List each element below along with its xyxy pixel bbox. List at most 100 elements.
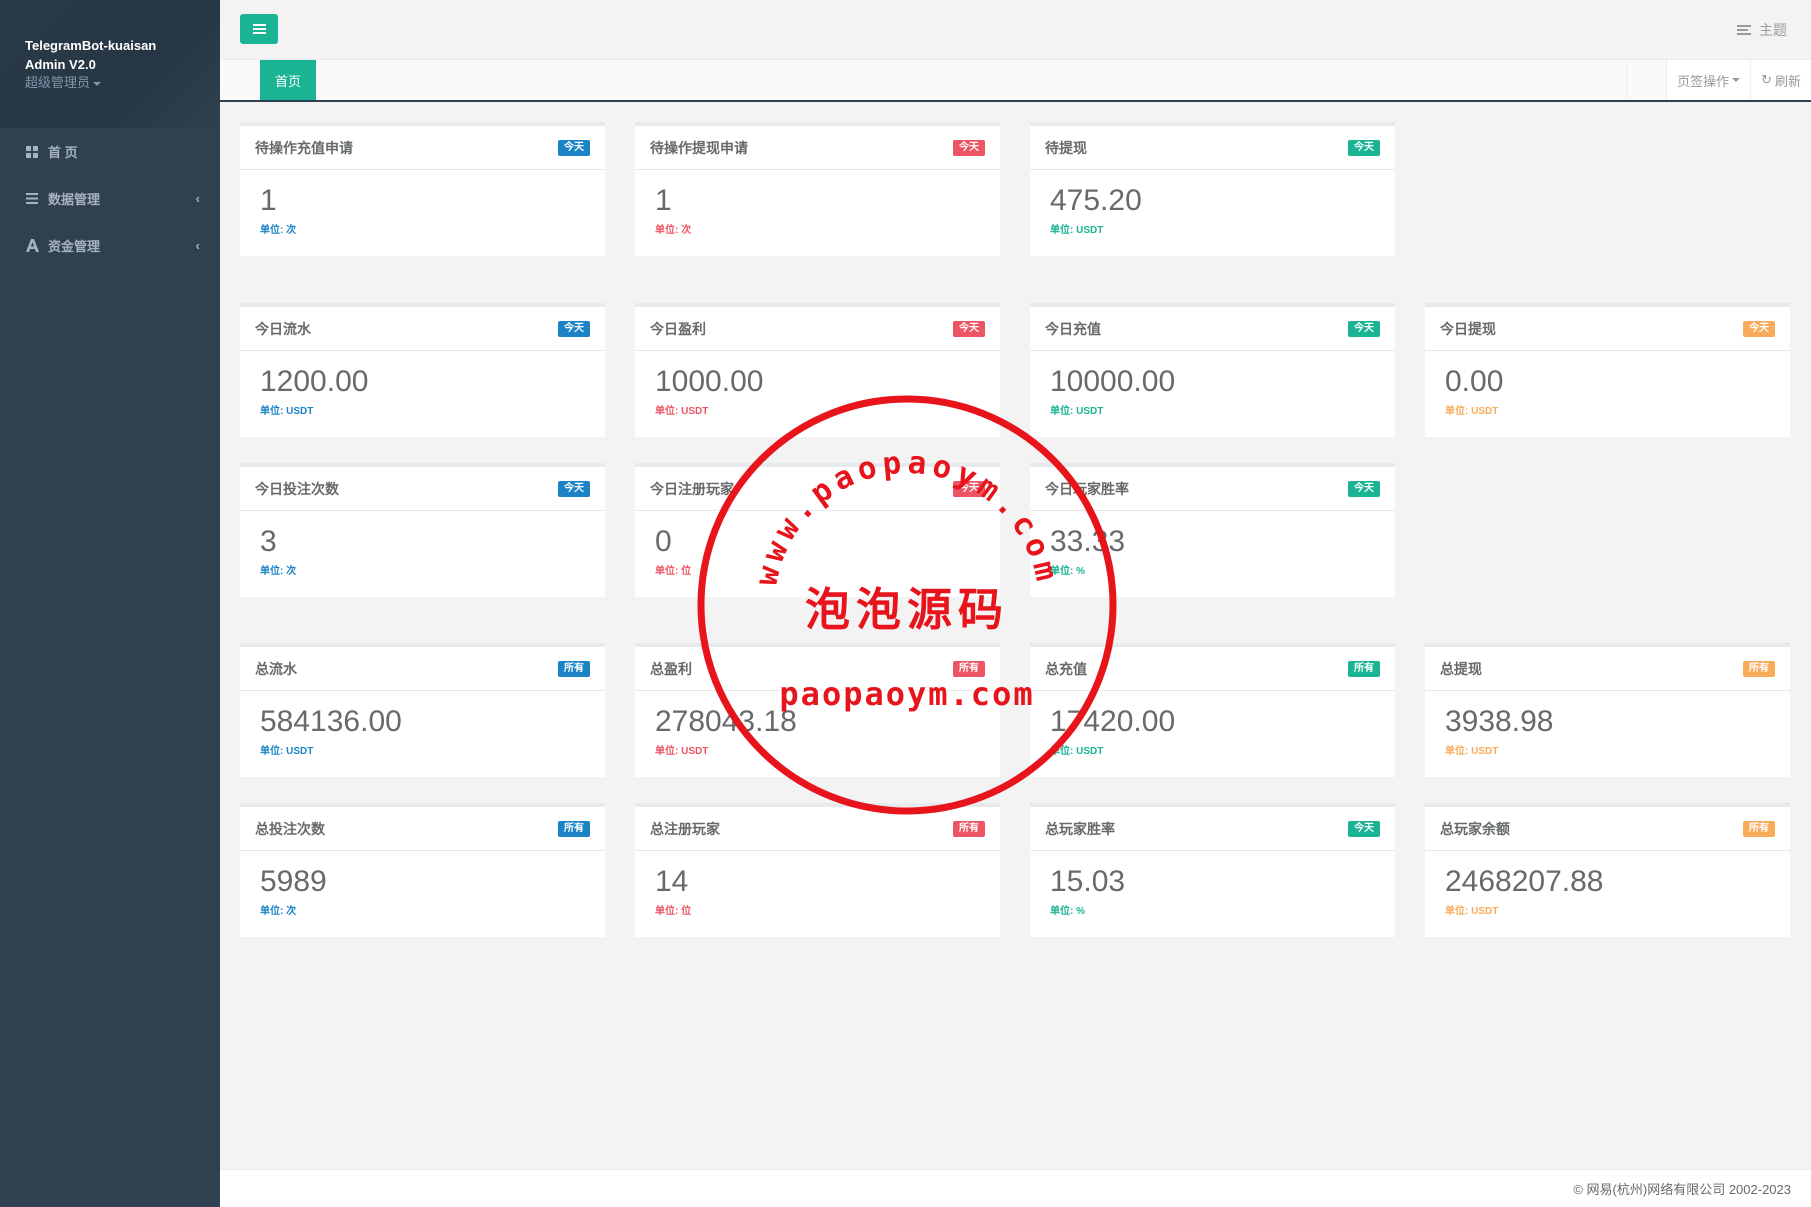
stat-card-unit: 单位: % (1050, 566, 1085, 577)
stat-card-body: 10000.00 单位: USDT (1030, 351, 1395, 417)
stat-card-body: 1000.00 单位: USDT (635, 351, 1000, 417)
stat-card-title: 今日盈利 (650, 320, 706, 337)
stat-card: 今日盈利 今天 1000.00 单位: USDT (635, 303, 1000, 437)
stat-card: 待操作充值申请 今天 1 单位: 次 (240, 122, 605, 256)
stat-card-header: 今日盈利 今天 (635, 307, 1000, 351)
stat-card-title: 今日注册玩家 (650, 480, 734, 497)
tab-scroll-right[interactable] (1626, 60, 1666, 100)
stat-card-header: 总注册玩家 所有 (635, 807, 1000, 851)
font-icon (24, 239, 40, 252)
theme-link[interactable]: 主题 (1737, 20, 1787, 40)
stat-card: 总盈利 所有 278043.18 单位: USDT (635, 643, 1000, 777)
stat-card-unit: 单位: USDT (1445, 906, 1499, 917)
stat-card-value: 3 (260, 525, 277, 558)
period-badge: 今天 (953, 480, 985, 497)
list-icon (24, 193, 40, 204)
stat-card-value: 10000.00 (1050, 365, 1176, 398)
theme-label: 主题 (1759, 22, 1787, 38)
page-ops-dropdown[interactable]: 页签操作 (1666, 60, 1751, 100)
sidebar-item-data[interactable]: 数据管理 ‹ (0, 175, 220, 222)
stat-card: 今日注册玩家 今天 0 单位: 位 (635, 463, 1000, 597)
hamburger-icon (252, 24, 266, 34)
sidebar-item-label: 数据管理 (48, 192, 101, 207)
refresh-button[interactable]: ↻ 刷新 (1750, 60, 1811, 100)
app-title-line1: TelegramBot-kuaisan (25, 38, 157, 53)
stat-card-body: 584136.00 单位: USDT (240, 691, 605, 757)
app-title-line2: Admin V2.0 (25, 57, 96, 72)
tab-home[interactable]: 首页 (260, 60, 317, 100)
stat-card-header: 总投注次数 所有 (240, 807, 605, 851)
stat-card-value: 1000.00 (655, 365, 764, 398)
stat-card-title: 待提现 (1045, 139, 1087, 156)
stat-card: 待操作提现申请 今天 1 单位: 次 (635, 122, 1000, 256)
period-badge: 今天 (1348, 480, 1380, 497)
stat-card-header: 总流水 所有 (240, 647, 605, 691)
page-tabs-bar: 首页 页签操作 ↻ 刷新 (220, 60, 1811, 102)
stat-card-title: 今日提现 (1440, 320, 1496, 337)
stat-card-unit: 单位: 次 (260, 566, 297, 577)
menu-toggle-button[interactable] (240, 14, 278, 44)
period-badge: 今天 (1743, 320, 1775, 337)
stat-card-header: 今日玩家胜率 今天 (1030, 467, 1395, 511)
stat-card-unit: 单位: 次 (260, 906, 297, 917)
tab-actions: 页签操作 ↻ 刷新 (1626, 60, 1811, 100)
stat-card-title: 今日玩家胜率 (1045, 480, 1129, 497)
period-badge: 所有 (558, 660, 590, 677)
period-badge: 今天 (558, 480, 590, 497)
stat-card-unit: 单位: USDT (1445, 746, 1499, 757)
stat-card-unit: 单位: % (1050, 906, 1085, 917)
stat-card-header: 待提现 今天 (1030, 126, 1395, 170)
stat-card-value: 14 (655, 865, 689, 898)
stat-card-unit: 单位: 次 (655, 225, 692, 236)
footer: © 网易(杭州)网络有限公司 2002-2023 (220, 1169, 1811, 1207)
stat-card-title: 总提现 (1440, 660, 1482, 677)
stat-card-value: 2468207.88 (1445, 865, 1604, 898)
stat-card-value: 1200.00 (260, 365, 369, 398)
stat-card-unit: 单位: USDT (1050, 746, 1104, 757)
stat-card-value: 1 (655, 184, 672, 217)
stat-card-value: 584136.00 (260, 705, 402, 738)
stat-card: 待提现 今天 475.20 单位: USDT (1030, 122, 1395, 256)
stat-card-unit: 单位: USDT (655, 746, 709, 757)
stat-card-value: 5989 (260, 865, 327, 898)
sidebar: TelegramBot-kuaisan Admin V2.0 超级管理员 首 页… (0, 0, 220, 1207)
period-badge: 所有 (1743, 660, 1775, 677)
stat-card-title: 总投注次数 (255, 820, 325, 837)
stat-card-title: 总流水 (255, 660, 297, 677)
stat-card: 今日流水 今天 1200.00 单位: USDT (240, 303, 605, 437)
stat-card-unit: 单位: USDT (1445, 406, 1499, 417)
stat-card-title: 今日流水 (255, 320, 311, 337)
page-ops-label: 页签操作 (1677, 73, 1730, 89)
grid-icon (24, 145, 40, 158)
refresh-label: 刷新 (1774, 73, 1801, 89)
user-role-label: 超级管理员 (25, 75, 91, 90)
sidebar-item-home[interactable]: 首 页 (0, 128, 220, 175)
stat-card: 今日玩家胜率 今天 33.33 单位: % (1030, 463, 1395, 597)
stat-card-value: 17420.00 (1050, 705, 1176, 738)
stat-card-value: 0.00 (1445, 365, 1504, 398)
refresh-icon: ↻ (1761, 72, 1772, 87)
period-badge: 今天 (1348, 320, 1380, 337)
stat-card-header: 今日投注次数 今天 (240, 467, 605, 511)
sidebar-item-label: 资金管理 (48, 239, 101, 254)
period-badge: 所有 (953, 820, 985, 837)
stat-card-header: 总盈利 所有 (635, 647, 1000, 691)
stat-card-value: 33.33 (1050, 525, 1126, 558)
stat-card-unit: 单位: USDT (260, 746, 314, 757)
stat-card: 总充值 所有 17420.00 单位: USDT (1030, 643, 1395, 777)
stat-card-body: 278043.18 单位: USDT (635, 691, 1000, 757)
stat-card: 总流水 所有 584136.00 单位: USDT (240, 643, 605, 777)
theme-icon (1737, 25, 1751, 35)
stat-card-body: 3 单位: 次 (240, 511, 605, 577)
stat-card: 总玩家余额 所有 2468207.88 单位: USDT (1425, 803, 1790, 937)
user-role-dropdown[interactable]: 超级管理员 (25, 74, 195, 92)
stat-card-body: 1 单位: 次 (240, 170, 605, 236)
period-badge: 今天 (558, 320, 590, 337)
stat-card: 总玩家胜率 今天 15.03 单位: % (1030, 803, 1395, 937)
stat-card-header: 待操作提现申请 今天 (635, 126, 1000, 170)
stat-card-title: 总盈利 (650, 660, 692, 677)
sidebar-item-funds[interactable]: 资金管理 ‹ (0, 222, 220, 269)
top-navbar: 主题 (220, 0, 1811, 60)
chevron-left-icon: ‹ (195, 238, 200, 253)
dashboard-content: 待操作充值申请 今天 1 单位: 次待操作提现申请 今天 1 单位: 次待提现 今天 475.2… (220, 102, 1811, 1169)
